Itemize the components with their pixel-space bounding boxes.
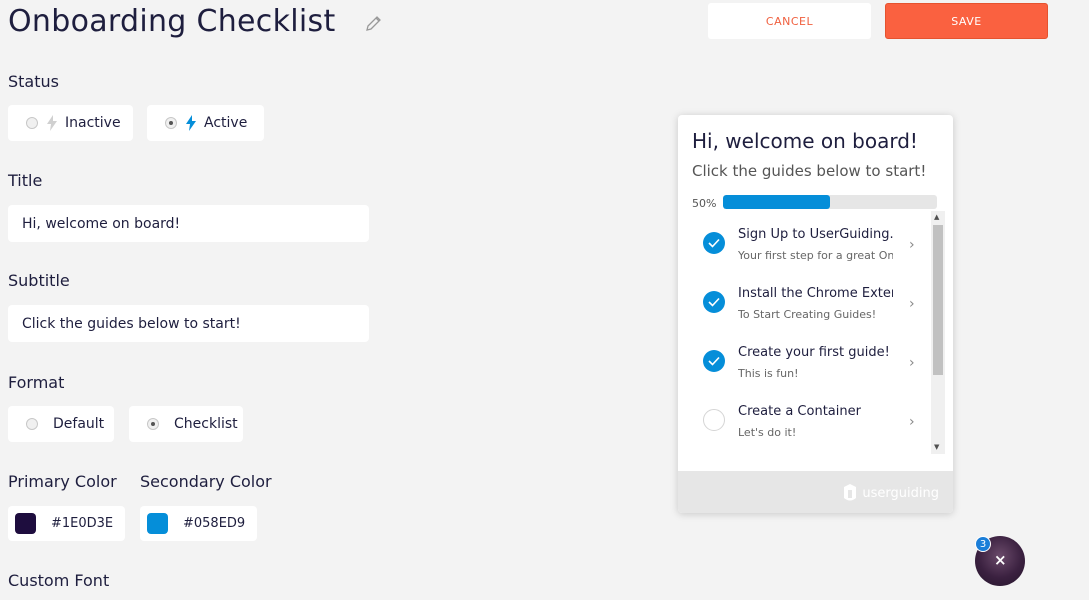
check-circle-icon <box>703 291 725 313</box>
subtitle-label: Subtitle <box>8 271 70 290</box>
preview-subtitle: Click the guides below to start! <box>692 162 927 180</box>
preview-item[interactable]: Create your first guide! This is fun! › <box>678 329 945 388</box>
close-icon[interactable]: × <box>994 551 1007 569</box>
preview-progress-fill <box>723 195 830 209</box>
preview-item-title: Sign Up to UserGuiding.com <box>738 227 893 242</box>
preview-item-list: Sign Up to UserGuiding.com Your first st… <box>678 211 945 454</box>
scrollbar-thumb[interactable] <box>933 225 943 375</box>
preview-progress-bar <box>723 195 937 209</box>
secondary-color-label: Secondary Color <box>140 472 272 491</box>
format-option-checklist[interactable]: Checklist <box>129 406 243 442</box>
checklist-preview: Hi, welcome on board! Click the guides b… <box>678 115 953 513</box>
format-option-default[interactable]: Default <box>8 406 114 442</box>
status-label: Status <box>8 72 59 91</box>
radio-checklist[interactable] <box>147 418 159 430</box>
secondary-color-value: #058ED9 <box>183 516 246 531</box>
preview-item-title: Create your first guide! <box>738 345 890 360</box>
userguiding-logo-icon <box>844 484 857 501</box>
preview-item-desc: This is fun! <box>738 367 799 380</box>
primary-color-label: Primary Color <box>8 472 117 491</box>
userguiding-logo-text: userguiding <box>862 485 939 501</box>
secondary-color-swatch[interactable] <box>147 513 168 534</box>
radio-inactive[interactable] <box>26 117 38 129</box>
chevron-right-icon: › <box>909 414 915 430</box>
scroll-down-arrow-icon[interactable]: ▼ <box>934 443 939 451</box>
save-button[interactable]: SAVE <box>885 3 1048 39</box>
status-option-inactive[interactable]: Inactive <box>8 105 133 141</box>
primary-color-picker[interactable]: #1E0D3E <box>8 506 125 541</box>
chevron-right-icon: › <box>909 355 915 371</box>
primary-color-value: #1E0D3E <box>51 516 114 531</box>
preview-scrollbar[interactable]: ▲ ▼ <box>931 211 945 454</box>
userguiding-logo: userguiding <box>840 483 939 503</box>
status-option-label: Inactive <box>65 115 121 131</box>
notification-badge: 3 <box>975 536 991 552</box>
preview-item[interactable]: Create a Container Let's do it! › <box>678 388 945 447</box>
preview-footer: userguiding <box>678 471 953 513</box>
preview-item-desc: Let's do it! <box>738 426 797 439</box>
preview-item[interactable]: Sign Up to UserGuiding.com Your first st… <box>678 211 945 270</box>
radio-active[interactable] <box>165 117 177 129</box>
format-option-label: Default <box>53 416 105 432</box>
preview-item-desc: Your first step for a great Onboarding <box>738 249 893 262</box>
preview-progress-text: 50% <box>692 197 717 210</box>
check-circle-icon <box>703 350 725 372</box>
custom-font-label: Custom Font <box>8 571 110 590</box>
check-circle-icon <box>703 232 725 254</box>
title-input[interactable] <box>8 205 369 242</box>
preview-item-title: Install the Chrome Extension <box>738 286 893 301</box>
radio-default[interactable] <box>26 418 38 430</box>
format-option-label: Checklist <box>174 416 238 432</box>
preview-title: Hi, welcome on board! <box>692 129 918 153</box>
empty-circle-icon <box>703 409 725 431</box>
secondary-color-picker[interactable]: #058ED9 <box>140 506 257 541</box>
chevron-right-icon: › <box>909 296 915 312</box>
preview-item-title: Create a Container <box>738 404 861 419</box>
page-title: Onboarding Checklist <box>8 4 336 39</box>
title-label: Title <box>8 171 43 190</box>
cancel-button[interactable]: CANCEL <box>708 3 871 39</box>
primary-color-swatch[interactable] <box>15 513 36 534</box>
subtitle-input[interactable] <box>8 305 369 342</box>
scroll-up-arrow-icon[interactable]: ▲ <box>934 213 939 221</box>
launcher-avatar[interactable]: × 3 <box>975 536 1025 586</box>
pencil-icon[interactable] <box>364 13 384 33</box>
preview-item[interactable]: Install the Chrome Extension To Start Cr… <box>678 270 945 329</box>
chevron-right-icon: › <box>909 237 915 253</box>
format-label: Format <box>8 373 65 392</box>
preview-item-desc: To Start Creating Guides! <box>738 308 877 321</box>
status-option-active[interactable]: Active <box>147 105 264 141</box>
bolt-icon-inactive <box>47 115 57 131</box>
bolt-icon-active <box>186 115 196 131</box>
status-option-label: Active <box>204 115 248 131</box>
